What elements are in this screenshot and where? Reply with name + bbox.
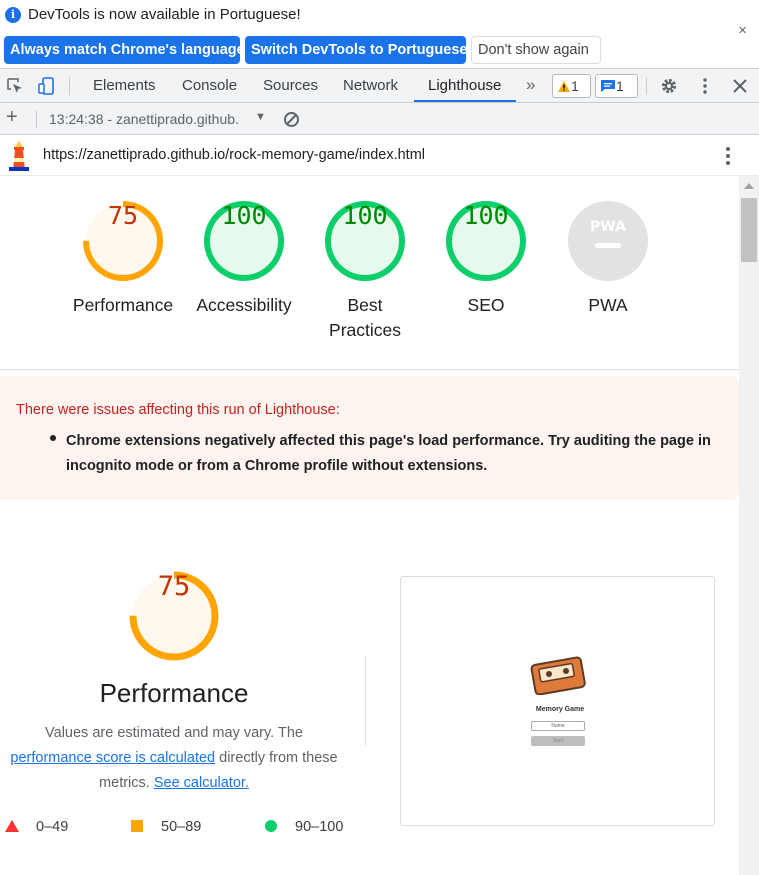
device-toolbar-icon[interactable] [38, 77, 56, 95]
gauge-score: 100 [342, 201, 388, 230]
seo-gauge[interactable]: 100 [446, 201, 526, 281]
legend-average: 50–89 [131, 819, 201, 835]
more-options-icon[interactable] [696, 77, 714, 95]
performance-gauge[interactable]: 75 [83, 201, 163, 281]
toolbar-divider [646, 77, 647, 95]
performance-description: Values are estimated and may vary. The p… [0, 721, 348, 796]
average-square-icon [131, 820, 143, 832]
run-warnings-box: There were issues affecting this run of … [0, 376, 739, 500]
messages-count: 1 [616, 78, 624, 94]
report-url: https://zanettiprado.github.io/rock-memo… [43, 147, 426, 163]
report-selector[interactable]: 13:24:38 - zanettiprado.github. [49, 111, 239, 127]
see-calculator-link[interactable]: See calculator. [154, 775, 249, 791]
tab-sources[interactable]: Sources [263, 69, 318, 103]
fail-triangle-icon [5, 820, 19, 832]
performance-score-link[interactable]: performance score is calculated [10, 750, 215, 766]
close-devtools-icon[interactable] [731, 77, 749, 95]
info-icon: i [5, 7, 21, 23]
devtools-tab-bar: Elements Console Sources Network Lightho… [0, 68, 759, 103]
scrollbar-thumb[interactable] [741, 198, 757, 262]
switch-to-portuguese-button[interactable]: Switch DevTools to Portuguese [245, 36, 467, 64]
scroll-up-arrow-icon[interactable] [744, 183, 754, 189]
section-divider [0, 369, 739, 370]
accessibility-label[interactable]: Accessibility [174, 293, 314, 318]
description-text: Values are estimated and may vary. The [45, 725, 303, 741]
toolbar-divider [69, 77, 70, 95]
warnings-badge[interactable]: 1 [552, 74, 591, 98]
message-icon [601, 80, 615, 92]
active-tab-indicator [414, 100, 516, 102]
close-icon[interactable]: × [738, 22, 747, 39]
vertical-divider [365, 656, 366, 746]
accessibility-gauge[interactable]: 100 [204, 201, 284, 281]
gauge-score: 75 [107, 201, 139, 230]
legend-range: 90–100 [295, 819, 344, 835]
legend-range: 50–89 [161, 819, 202, 835]
performance-title: Performance [99, 678, 249, 708]
report-menu-icon[interactable] [724, 146, 732, 166]
warnings-count: 1 [571, 78, 579, 94]
toolbar-divider [36, 110, 37, 128]
lighthouse-logo-icon [9, 141, 29, 171]
scrollbar[interactable] [739, 176, 759, 875]
settings-gear-icon[interactable] [660, 77, 678, 95]
pwa-badge-text: PWA [590, 219, 626, 235]
tab-elements[interactable]: Elements [93, 69, 156, 103]
legend-pass: 90–100 [265, 819, 343, 835]
more-tabs-icon[interactable]: » [526, 69, 535, 103]
clear-reports-icon[interactable] [283, 111, 300, 128]
seo-label[interactable]: SEO [416, 293, 556, 318]
cassette-tape-icon [530, 656, 586, 695]
warning-icon [558, 81, 570, 92]
best-practices-label[interactable]: Best Practices [295, 293, 435, 343]
performance-score: 75 [157, 571, 191, 602]
pass-circle-icon [265, 820, 277, 832]
tab-lighthouse[interactable]: Lighthouse [428, 69, 501, 103]
legend-fail: 0–49 [5, 819, 68, 835]
pwa-badge-icon: PWA [568, 201, 648, 281]
report-url-bar: https://zanettiprado.github.io/rock-memo… [0, 136, 759, 176]
best-practices-gauge[interactable]: 100 [325, 201, 405, 281]
pwa-gauge[interactable]: PWA [568, 201, 648, 281]
name-input-preview: Name [531, 721, 585, 731]
always-match-language-button[interactable]: Always match Chrome's language [4, 36, 245, 64]
inspect-element-icon[interactable] [6, 77, 24, 95]
lighthouse-toolbar: + 13:24:38 - zanettiprado.github. ▼ [0, 103, 759, 135]
chevron-down-icon[interactable]: ▼ [255, 111, 266, 123]
dont-show-again-button[interactable]: Don't show again [471, 36, 601, 64]
legend-range: 0–49 [36, 819, 69, 835]
game-title: Memory Game [535, 706, 585, 713]
gauge-score: 100 [221, 201, 267, 230]
warnings-title: There were issues affecting this run of … [16, 402, 340, 418]
new-report-icon[interactable]: + [6, 106, 18, 129]
performance-score-gauge: 75 [129, 571, 219, 661]
tab-console[interactable]: Console [182, 69, 237, 103]
infobar-message: DevTools is now available in Portuguese! [28, 6, 301, 23]
messages-badge[interactable]: 1 [595, 74, 638, 98]
language-infobar: i DevTools is now available in Portugues… [0, 0, 759, 68]
start-button-preview: Start [531, 736, 585, 746]
performance-label[interactable]: Performance [53, 293, 193, 318]
gauge-score: 100 [463, 201, 509, 230]
bullet-icon [50, 435, 56, 441]
pwa-label[interactable]: PWA [538, 293, 678, 318]
final-screenshot[interactable]: Memory Game Name Start [400, 576, 715, 826]
warning-item: Chrome extensions negatively affected th… [66, 433, 711, 474]
tab-network[interactable]: Network [343, 69, 398, 103]
